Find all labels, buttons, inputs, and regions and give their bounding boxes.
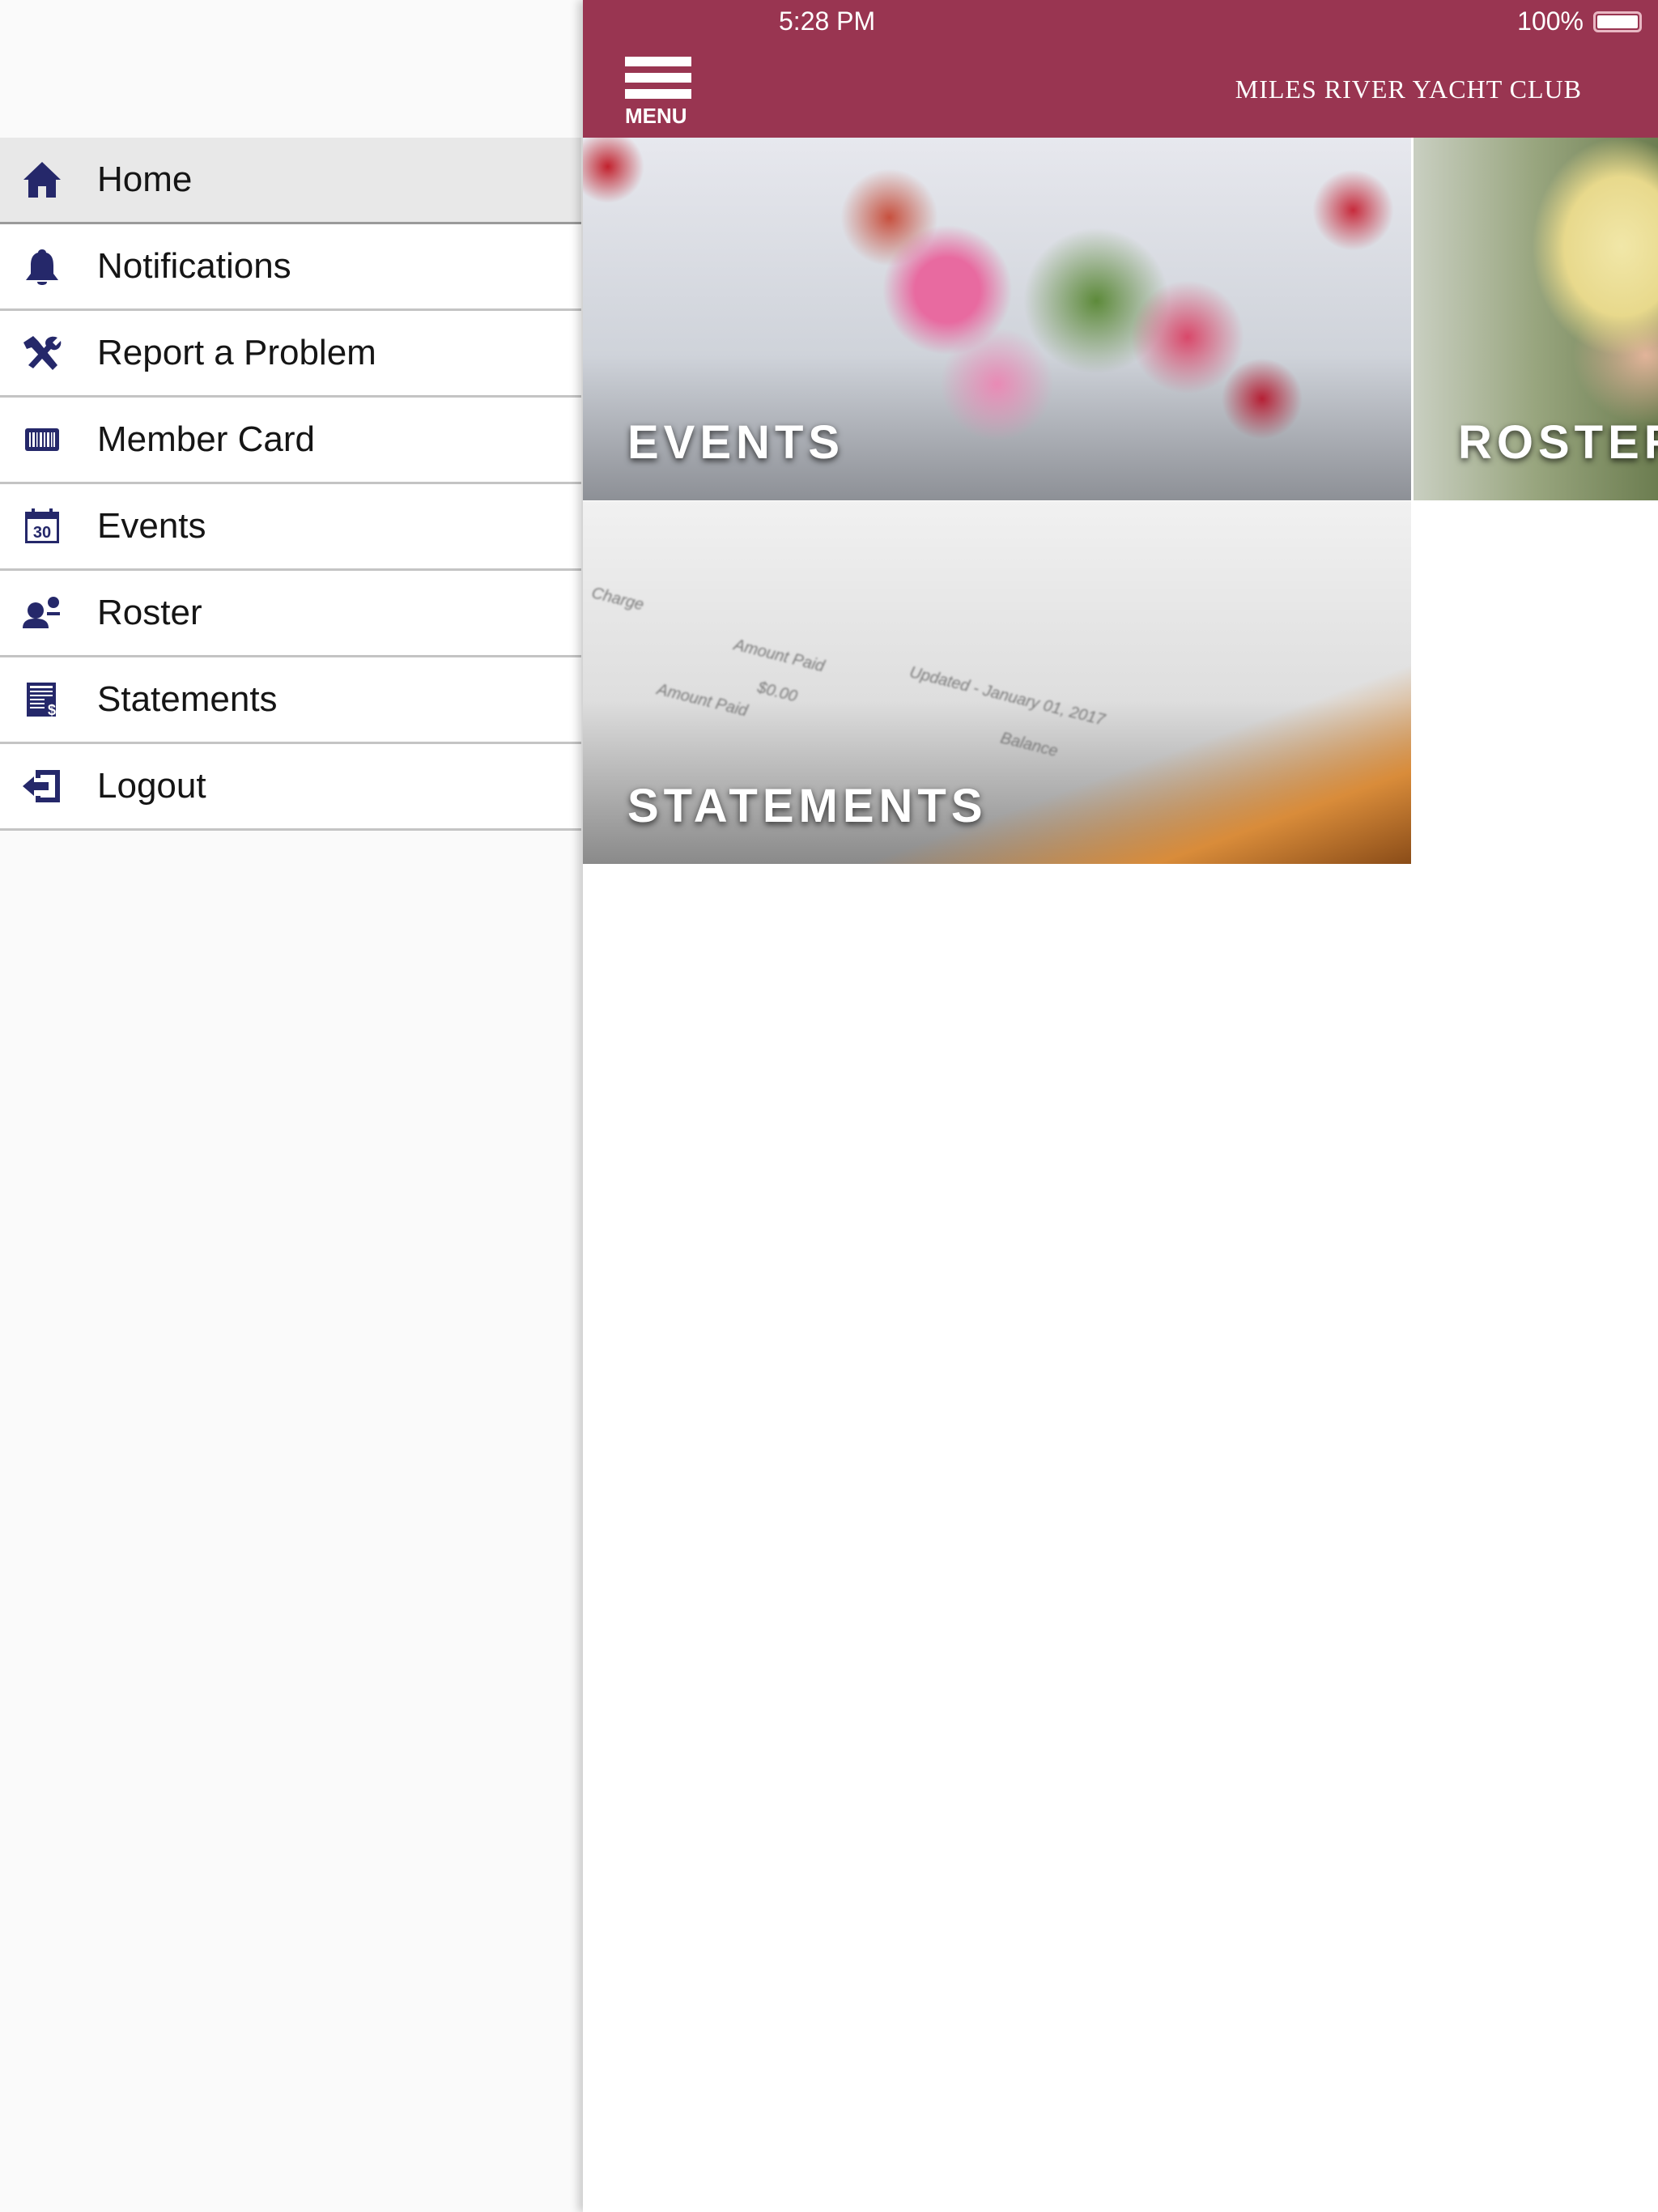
calendar-icon: 30 — [21, 505, 63, 547]
hamburger-icon — [625, 57, 691, 66]
sidebar-item-label: Roster — [97, 593, 202, 632]
sidebar-item-roster[interactable]: Roster — [0, 571, 581, 657]
sidebar-item-label: Report a Problem — [97, 333, 376, 372]
image-text: Charge — [589, 584, 646, 615]
sidebar-item-logout[interactable]: Logout — [0, 744, 581, 831]
logout-icon — [21, 765, 63, 807]
tools-icon — [21, 332, 63, 374]
statements-tile[interactable]: Charge Amount Paid $0.00 Updated - Janua… — [583, 501, 1411, 864]
menu-button-label: MENU — [625, 104, 687, 128]
sidebar-item-label: Notifications — [97, 246, 291, 286]
image-text: Updated - January 01, 2017 — [908, 663, 1107, 730]
sidebar-item-label: Home — [97, 160, 193, 199]
sidebar-item-home[interactable]: Home — [0, 138, 581, 224]
statement-icon: $ — [21, 678, 63, 721]
sidebar-item-label: Events — [97, 506, 206, 546]
svg-text:$: $ — [48, 702, 56, 718]
tile-label: EVENTS — [627, 416, 845, 469]
sidebar-item-events[interactable]: 30 Events — [0, 484, 581, 571]
sidebar-item-label: Statements — [97, 679, 278, 719]
sidebar-item-member-card[interactable]: Member Card — [0, 398, 581, 484]
battery-percentage: 100% — [1517, 6, 1584, 36]
club-title: MILES RIVER YACHT CLUB — [1235, 74, 1582, 104]
image-text: $0.00 — [755, 678, 800, 706]
people-icon — [21, 592, 63, 634]
tile-label: ROSTER — [1458, 416, 1658, 469]
app-header: 5:28 PM 100% MENU MILES RIVER YACHT CLUB — [583, 0, 1658, 138]
sidebar-item-report-a-problem[interactable]: Report a Problem — [0, 311, 581, 398]
sidebar-item-statements[interactable]: $ Statements — [0, 657, 581, 744]
side-menu: Home Notifications Report a Problem Memb… — [0, 0, 583, 2212]
main-content: 5:28 PM 100% MENU MILES RIVER YACHT CLUB… — [583, 0, 1658, 2212]
home-icon — [21, 159, 63, 201]
roster-tile[interactable]: ROSTER — [1414, 138, 1658, 500]
sidebar-item-label: Member Card — [97, 419, 315, 459]
battery-icon — [1593, 11, 1642, 32]
menu-list: Home Notifications Report a Problem Memb… — [0, 138, 581, 831]
status-time: 5:28 PM — [779, 6, 876, 36]
menu-button[interactable]: MENU — [625, 57, 691, 129]
image-text: Amount Paid — [732, 636, 827, 676]
bell-icon — [21, 245, 63, 287]
tile-label: STATEMENTS — [627, 780, 988, 832]
events-tile[interactable]: EVENTS — [583, 138, 1411, 500]
svg-text:30: 30 — [33, 524, 51, 542]
image-text: Balance — [998, 729, 1060, 761]
sidebar-item-notifications[interactable]: Notifications — [0, 224, 581, 311]
barcode-icon — [21, 419, 63, 461]
image-text: Amount Paid — [655, 680, 750, 721]
sidebar-item-label: Logout — [97, 766, 206, 806]
